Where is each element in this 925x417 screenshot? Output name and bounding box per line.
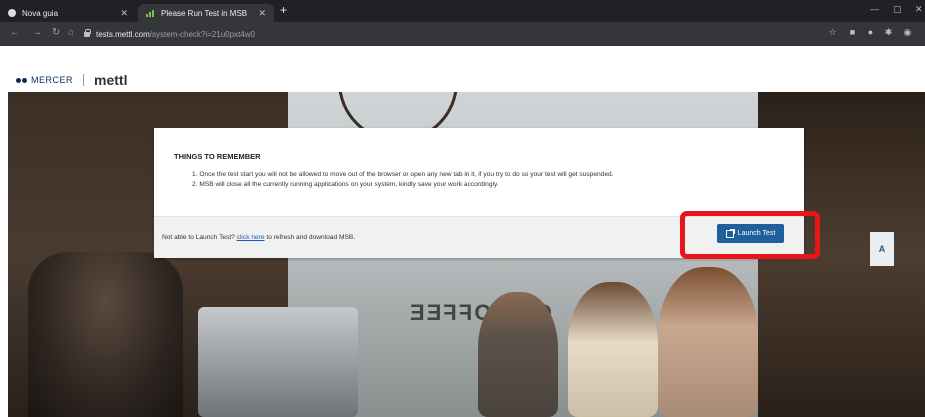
footer-text: Not able to Launch Test? click here to r… (162, 234, 355, 241)
launch-test-label: Launch Test (737, 230, 776, 237)
page-header: MERCER mettl (0, 46, 925, 92)
click-here-link[interactable]: click here (237, 234, 265, 241)
forward-icon[interactable]: → (32, 27, 42, 38)
close-tab-icon[interactable]: ✕ (120, 8, 128, 19)
extension-icon[interactable]: ■ (848, 28, 857, 37)
lock-icon (84, 28, 91, 37)
mercer-label: MERCER (31, 75, 74, 85)
launch-test-button[interactable]: Launch Test (717, 224, 784, 243)
tab-title: Please Run Test in MSB (161, 8, 248, 18)
external-link-icon (725, 228, 735, 238)
footer-suffix: to refresh and download MSB. (266, 234, 356, 241)
brand-divider (83, 74, 85, 86)
rule-item: 1. Once the test start you will not be a… (192, 171, 614, 178)
reload-icon[interactable]: ↻ (52, 27, 60, 38)
address-bar[interactable]: tests.mettl.com/system-check?i=21u0pxt4w… (84, 26, 814, 42)
url-host: tests.mettl.com (96, 29, 150, 39)
espresso-machine (198, 307, 358, 417)
tab-title: Nova guia (22, 8, 59, 18)
close-tab-icon[interactable]: ✕ (258, 8, 266, 19)
extension-icon[interactable]: ● (866, 28, 875, 37)
brand-logo: MERCER mettl (16, 72, 127, 88)
person-figure (478, 292, 558, 417)
mettl-favicon-icon (146, 9, 155, 17)
rule-item: 2. MSB will close all the currently runn… (192, 181, 499, 188)
browser-tab-nova-guia[interactable]: Nova guia ✕ (0, 4, 136, 22)
mettl-label: mettl (94, 72, 128, 88)
back-icon[interactable]: ← (10, 27, 20, 38)
url-path: /system-check?i=21u0pxt4w0 (149, 29, 255, 39)
restore-icon[interactable]: ▢ (893, 4, 902, 15)
browser-tab-msb[interactable]: Please Run Test in MSB ✕ (138, 4, 274, 22)
coffee-grinder (28, 252, 183, 417)
minimize-icon[interactable]: — (870, 4, 879, 14)
dialog-title: THINGS TO REMEMBER (174, 152, 261, 161)
browser-tab-bar: Nova guia ✕ Please Run Test in MSB ✕ + —… (0, 0, 925, 22)
person-figure (568, 282, 658, 417)
person-figure (658, 267, 758, 417)
globe-icon (8, 9, 16, 17)
dialog-body: THINGS TO REMEMBER 1. Once the test star… (154, 128, 804, 216)
close-window-icon[interactable]: ✕ (915, 4, 923, 15)
puzzle-icon[interactable]: ✱ (884, 28, 893, 37)
home-icon[interactable]: ⌂ (68, 27, 74, 38)
a-sign: A (870, 232, 894, 266)
mercer-logo-icon (16, 77, 27, 83)
profile-icon[interactable]: ◉ (903, 28, 912, 37)
new-tab-button[interactable]: + (280, 3, 287, 17)
star-icon[interactable]: ☆ (828, 28, 837, 37)
browser-toolbar: ← → ↻ ⌂ tests.mettl.com/system-check?i=2… (0, 22, 925, 46)
footer-prefix: Not able to Launch Test? (162, 234, 235, 241)
